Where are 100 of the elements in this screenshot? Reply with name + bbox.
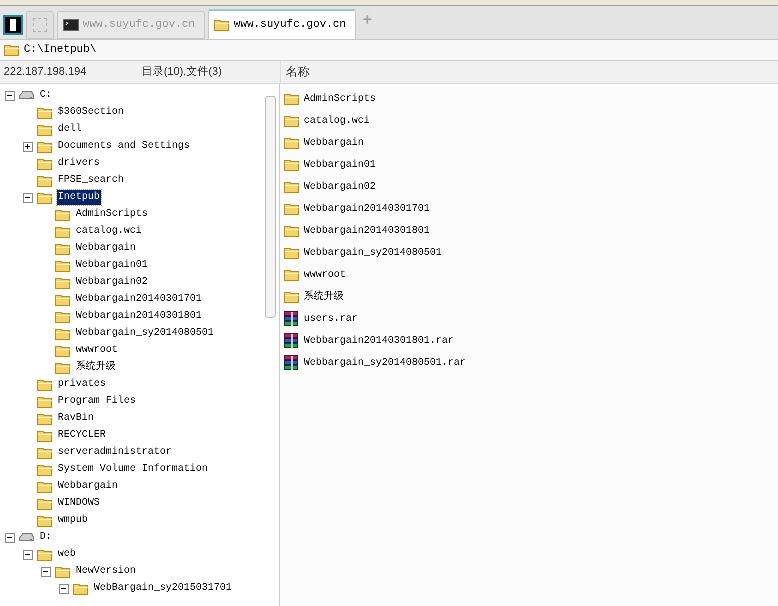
collapse-icon[interactable] bbox=[23, 192, 33, 202]
scroll-thumb[interactable] bbox=[265, 96, 276, 318]
file-name[interactable]: Webbargain20140301701 bbox=[304, 202, 430, 216]
drive-icon bbox=[19, 532, 35, 542]
tab[interactable]: www.suyufc.gov.cn bbox=[208, 9, 356, 39]
tree-item[interactable]: web bbox=[57, 547, 78, 562]
folder-icon bbox=[37, 174, 53, 188]
folder-icon bbox=[284, 246, 300, 260]
tree-item[interactable]: Documents and Settings bbox=[57, 139, 192, 154]
tree-item[interactable]: Webbargain20140301801 bbox=[75, 309, 204, 324]
file-name[interactable]: Webbargain01 bbox=[304, 158, 376, 172]
folder-icon bbox=[55, 208, 71, 222]
server-address: 222.187.198.194 bbox=[4, 64, 88, 80]
folder-icon bbox=[284, 290, 300, 304]
tree-item[interactable]: Webbargain02 bbox=[75, 275, 150, 290]
tree-item[interactable]: Webbargain01 bbox=[75, 258, 150, 273]
tree-item[interactable]: FPSE_search bbox=[57, 173, 126, 188]
tree-item[interactable]: Inetpub bbox=[57, 190, 102, 205]
archive-icon bbox=[284, 311, 300, 327]
tree-item[interactable]: RECYCLER bbox=[57, 428, 108, 443]
tree-item[interactable]: AdminScripts bbox=[75, 207, 150, 222]
file-name[interactable]: catalog.wci bbox=[304, 114, 370, 128]
folder-icon bbox=[55, 360, 71, 374]
folder-icon bbox=[73, 582, 89, 596]
file-name[interactable]: wwwroot bbox=[304, 268, 346, 282]
folder-icon bbox=[37, 190, 53, 204]
file-name[interactable]: Webbargain20140301801 bbox=[304, 224, 430, 238]
collapse-icon[interactable] bbox=[41, 566, 51, 576]
folder-icon bbox=[37, 428, 53, 442]
folder-icon bbox=[284, 136, 300, 150]
collapse-icon[interactable] bbox=[5, 90, 15, 100]
file-name[interactable]: 系统升级 bbox=[304, 290, 344, 304]
folder-icon bbox=[284, 268, 300, 282]
item-counts: 目录(10),文件(3) bbox=[142, 64, 222, 80]
archive-icon bbox=[284, 355, 300, 371]
file-name[interactable]: Webbargain_sy2014080501.rar bbox=[304, 356, 466, 370]
file-name[interactable]: Webbargain20140301801.rar bbox=[304, 334, 454, 348]
collapse-icon[interactable] bbox=[23, 550, 33, 560]
drive-icon bbox=[19, 90, 35, 100]
tree-item[interactable]: D: bbox=[39, 530, 54, 545]
tree-item[interactable]: Program Files bbox=[57, 394, 138, 409]
tree-item[interactable]: wmpub bbox=[57, 513, 90, 528]
folder-icon bbox=[37, 156, 53, 170]
folder-icon bbox=[55, 310, 71, 324]
folder-icon bbox=[37, 140, 53, 154]
folder-icon bbox=[284, 224, 300, 238]
folder-icon bbox=[284, 92, 300, 106]
tree-item[interactable]: NewVersion bbox=[75, 564, 138, 579]
tree-item[interactable]: privates bbox=[57, 377, 108, 392]
tree-item[interactable]: System Volume Information bbox=[57, 462, 210, 477]
expand-icon[interactable] bbox=[23, 142, 33, 152]
tree-item[interactable]: Webbargain20140301701 bbox=[75, 292, 204, 307]
folder-icon bbox=[37, 462, 53, 476]
folder-icon bbox=[37, 496, 53, 510]
file-name[interactable]: AdminScripts bbox=[304, 92, 376, 106]
file-name[interactable]: Webbargain bbox=[304, 136, 364, 150]
folder-icon bbox=[55, 344, 71, 358]
tree-item[interactable]: $360Section bbox=[57, 105, 126, 120]
tree-item[interactable]: serveradministrator bbox=[57, 445, 174, 460]
tree-item[interactable]: Webbargain bbox=[57, 479, 120, 494]
folder-icon bbox=[55, 242, 71, 256]
folder-icon bbox=[37, 378, 53, 392]
folder-icon bbox=[214, 18, 230, 32]
tree-item[interactable]: WINDOWS bbox=[57, 496, 102, 511]
folder-icon bbox=[55, 292, 71, 306]
tree-item[interactable]: catalog.wci bbox=[75, 224, 144, 239]
folder-icon bbox=[37, 480, 53, 494]
file-name[interactable]: users.rar bbox=[304, 312, 358, 326]
tree-item[interactable]: Webbargain_sy2014080501 bbox=[75, 326, 216, 341]
tree-item[interactable]: drivers bbox=[57, 156, 102, 171]
tree-item[interactable]: RavBin bbox=[57, 411, 96, 426]
tree-item[interactable]: Webbargain bbox=[75, 241, 138, 256]
tree-item[interactable]: 系统升级 bbox=[75, 360, 117, 375]
folder-icon bbox=[284, 180, 300, 194]
folder-icon bbox=[284, 114, 300, 128]
folder-icon bbox=[284, 202, 300, 216]
folder-icon bbox=[4, 43, 20, 57]
folder-icon bbox=[55, 326, 71, 340]
panel-toggle-button[interactable] bbox=[3, 15, 23, 35]
collapse-icon[interactable] bbox=[5, 532, 15, 542]
folder-icon bbox=[55, 564, 71, 578]
tree-item[interactable]: wwwroot bbox=[75, 343, 120, 358]
tree-item[interactable]: WebBargain_sy2015031701 bbox=[93, 581, 234, 596]
terminal-icon bbox=[63, 19, 79, 31]
folder-icon bbox=[55, 224, 71, 238]
file-name[interactable]: Webbargain02 bbox=[304, 180, 376, 194]
archive-icon bbox=[284, 333, 300, 349]
name-column-header[interactable]: 名称 bbox=[280, 61, 778, 83]
tree-item[interactable]: C: bbox=[39, 88, 54, 103]
file-name[interactable]: Webbargain_sy2014080501 bbox=[304, 246, 442, 260]
folder-icon bbox=[37, 122, 53, 136]
folder-icon bbox=[284, 158, 300, 172]
folder-icon bbox=[37, 394, 53, 408]
folder-icon bbox=[37, 106, 53, 120]
folder-icon bbox=[37, 412, 53, 426]
folder-icon bbox=[37, 514, 53, 528]
tree-item[interactable]: dell bbox=[57, 122, 84, 137]
path-field[interactable]: C:\Inetpub\ bbox=[0, 40, 778, 61]
folder-icon bbox=[37, 446, 53, 460]
collapse-icon[interactable] bbox=[59, 584, 69, 594]
